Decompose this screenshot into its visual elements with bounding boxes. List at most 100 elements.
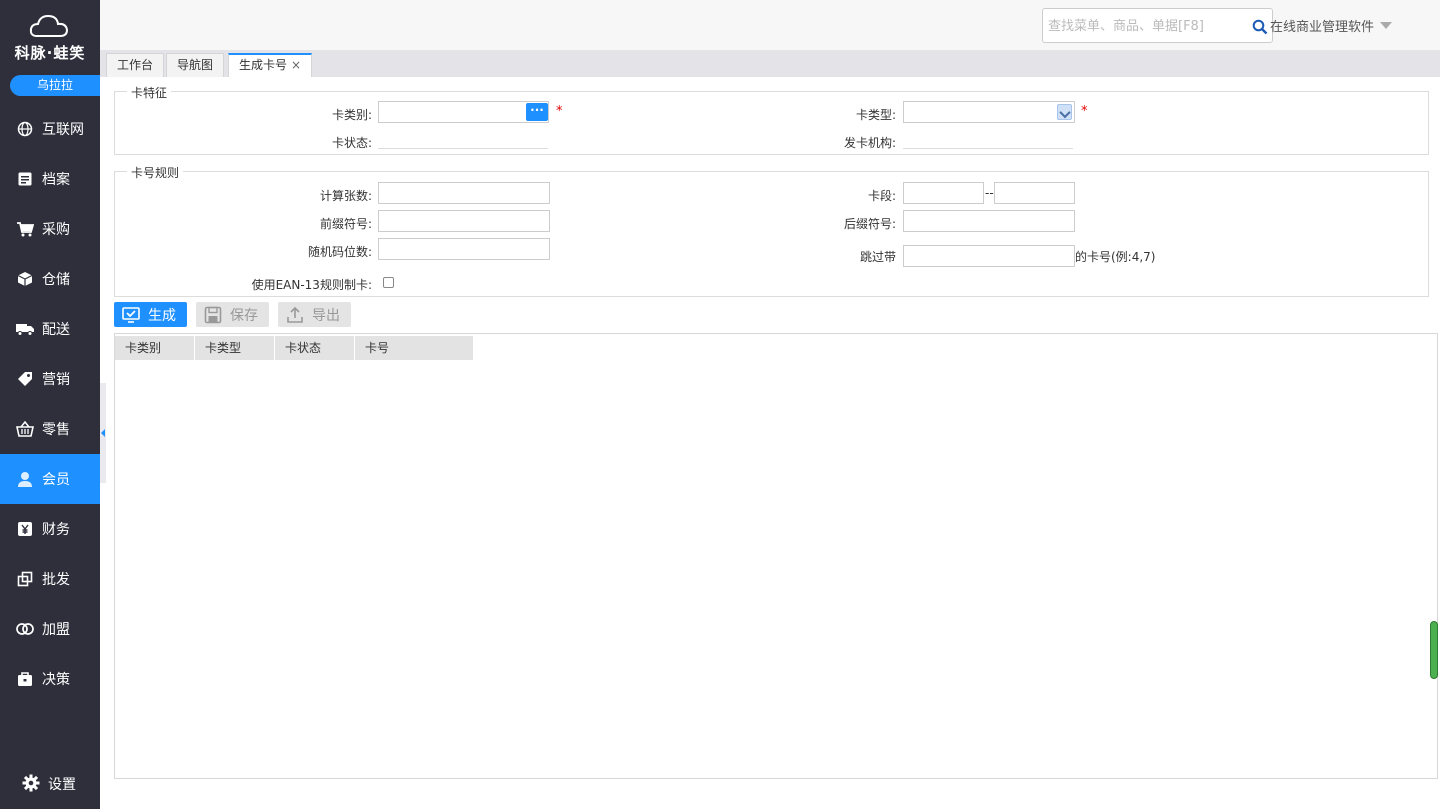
sidebar-item-archive[interactable]: 档案 (0, 154, 100, 204)
sidebar-item-label: 配送 (42, 322, 70, 338)
scrollbar-handle[interactable] (1430, 621, 1438, 679)
sidebar-item-wholesale[interactable]: 批发 (0, 554, 100, 604)
export-label: 导出 (312, 307, 340, 324)
chevron-down-icon[interactable] (1057, 104, 1072, 120)
random-digits-label: 随机码位数: (307, 245, 372, 259)
tag-icon (16, 370, 34, 388)
section-legend: 卡号规则 (127, 164, 184, 181)
sidebar-item-marketing[interactable]: 营销 (0, 354, 100, 404)
issuer-field[interactable] (903, 148, 1073, 149)
sidebar-item-label: 仓储 (42, 272, 70, 288)
company-switcher[interactable]: 在线商业管理软件 (1270, 16, 1393, 35)
segment-end-input[interactable] (994, 182, 1075, 204)
export-button[interactable]: 导出 (278, 302, 351, 327)
company-name: 在线商业管理软件 (1270, 20, 1375, 35)
generate-button[interactable]: 生成 (114, 302, 187, 327)
person-icon (16, 470, 34, 488)
random-digits-input[interactable] (378, 238, 550, 260)
upload-icon (287, 306, 303, 323)
monitor-check-icon (122, 306, 140, 323)
card-type-select[interactable] (903, 101, 1075, 123)
sidebar-item-label: 加盟 (42, 622, 70, 638)
card-number-grid: 卡类别 卡类型 卡状态 卡号 (114, 333, 1438, 779)
truck-icon (16, 320, 34, 338)
gear-icon (22, 774, 40, 795)
sidebar-item-label: 营销 (42, 372, 70, 388)
card-category-picker-button[interactable]: ··· (526, 103, 548, 121)
generate-label: 生成 (148, 307, 176, 324)
sidebar-item-delivery[interactable]: 配送 (0, 304, 100, 354)
search-input[interactable] (1048, 16, 1248, 36)
count-input[interactable] (378, 182, 550, 204)
briefcase-icon (16, 670, 34, 688)
sidebar-item-label: 决策 (42, 672, 70, 688)
ean13-label: 使用EAN-13规则制卡: (251, 278, 372, 292)
issuer-label: 发卡机构: (843, 136, 896, 150)
tab-generate-card-number[interactable]: 生成卡号 × (228, 53, 313, 77)
sidebar-item-settings[interactable]: 设置 (0, 759, 100, 809)
sidebar-item-label: 会员 (42, 472, 70, 488)
sidebar-item-label: 批发 (42, 572, 70, 588)
sidebar-item-retail[interactable]: 零售 (0, 404, 100, 454)
ean13-checkbox[interactable] (383, 277, 394, 288)
top-bar: 在线商业管理软件 (100, 0, 1440, 50)
column-header[interactable]: 卡状态 (275, 336, 355, 360)
tab-navigation-map[interactable]: 导航图 (166, 53, 225, 77)
sidebar-item-member[interactable]: 会员 (0, 454, 100, 504)
save-button[interactable]: 保存 (196, 302, 269, 327)
floppy-disk-icon (204, 306, 222, 323)
prefix-input[interactable] (378, 210, 550, 232)
tab-workbench[interactable]: 工作台 (106, 53, 165, 77)
sidebar-item-warehouse[interactable]: 仓储 (0, 254, 100, 304)
search-icon[interactable] (1252, 19, 1268, 35)
tab-label: 导航图 (177, 58, 214, 72)
user-badge[interactable]: 乌拉拉 (10, 75, 100, 96)
sidebar-item-label: 采购 (42, 222, 70, 238)
card-status-field[interactable] (378, 148, 548, 149)
sidebar-nav: 互联网 档案 采购 仓储 配送 营销 零售 会员 财务 批发 加盟 决策 (0, 104, 100, 704)
global-search (1042, 8, 1273, 43)
save-label: 保存 (230, 307, 258, 324)
suffix-label: 后缀符号: (843, 217, 896, 231)
suffix-input[interactable] (903, 210, 1075, 232)
card-type-label: 卡类型: (855, 108, 896, 122)
required-mark: * (1081, 104, 1088, 119)
app-logo: 科脉·蛙笑 (0, 12, 100, 66)
column-header[interactable]: 卡号 (355, 336, 474, 360)
sidebar-item-purchase[interactable]: 采购 (0, 204, 100, 254)
sidebar-item-label: 互联网 (42, 122, 84, 138)
cloud-logo-icon (29, 14, 69, 37)
box-icon (16, 270, 34, 288)
chevron-left-icon (101, 429, 105, 437)
sidebar: 科脉·蛙笑 乌拉拉 互联网 档案 采购 仓储 配送 营销 零售 会员 财务 批发… (0, 0, 100, 809)
tab-bar: 工作台 导航图 生成卡号 × (100, 50, 1440, 77)
sidebar-item-label: 财务 (42, 522, 70, 538)
rings-icon (16, 620, 34, 638)
sidebar-collapse-handle[interactable] (100, 383, 106, 483)
chevron-down-icon (1380, 22, 1393, 29)
skip-digits-input[interactable] (903, 245, 1075, 267)
skip-label: 跳过带 (859, 250, 896, 264)
basket-icon (16, 420, 34, 438)
sidebar-item-label: 零售 (42, 422, 70, 438)
count-label: 计算张数: (319, 189, 372, 203)
sidebar-item-internet[interactable]: 互联网 (0, 104, 100, 154)
close-icon[interactable]: × (291, 58, 301, 72)
column-header[interactable]: 卡类别 (115, 336, 195, 360)
required-mark: * (556, 104, 563, 119)
copy-icon (16, 570, 34, 588)
prefix-label: 前缀符号: (319, 217, 372, 231)
tab-label: 工作台 (117, 58, 154, 72)
document-icon (16, 170, 34, 188)
column-header[interactable]: 卡类型 (195, 336, 275, 360)
tab-label: 生成卡号 (239, 58, 288, 72)
skip-hint: 的卡号(例:4,7) (1075, 250, 1156, 264)
segment-start-input[interactable] (903, 182, 984, 204)
sidebar-item-finance[interactable]: 财务 (0, 504, 100, 554)
sidebar-item-decision[interactable]: 决策 (0, 654, 100, 704)
section-legend: 卡特征 (127, 84, 172, 101)
globe-icon (16, 120, 34, 138)
sidebar-item-franchise[interactable]: 加盟 (0, 604, 100, 654)
card-category-label: 卡类别: (331, 108, 372, 122)
card-category-field[interactable] (378, 101, 549, 123)
